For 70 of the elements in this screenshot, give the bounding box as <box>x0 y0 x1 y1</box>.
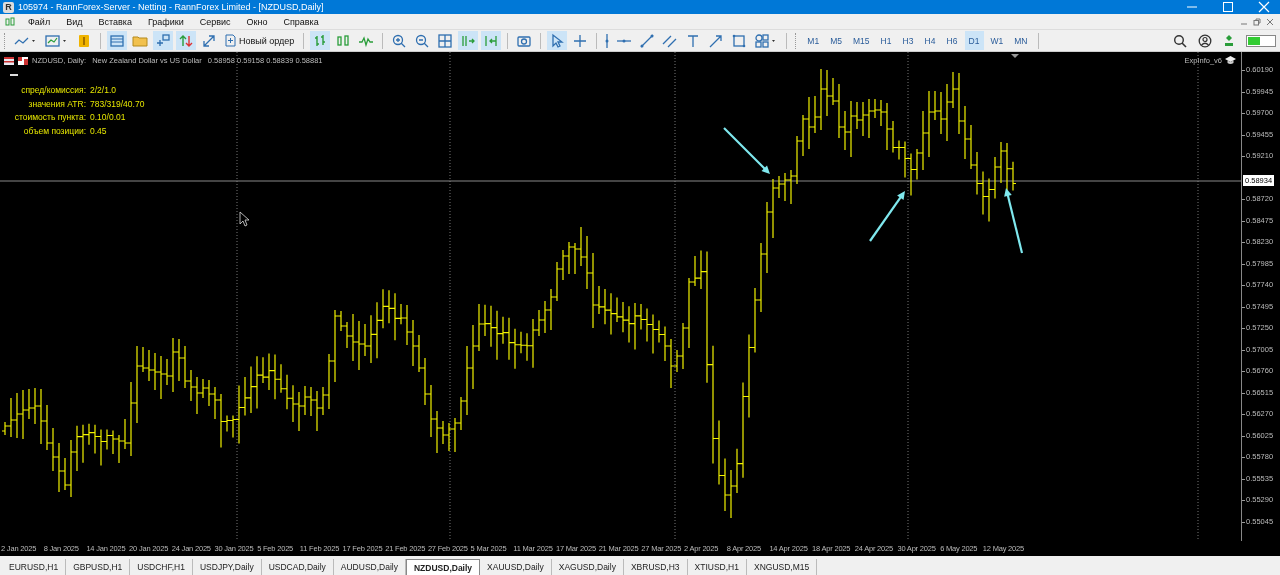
chart-tab[interactable]: NZDUSD,Daily <box>405 559 481 575</box>
vertical-line-icon <box>605 32 610 49</box>
mouse-pointer-icon <box>239 211 250 227</box>
chart-window-icon <box>109 32 125 49</box>
info-label: спред/комиссия: <box>20 85 86 95</box>
tool-button[interactable] <box>153 31 173 50</box>
grid-icon <box>437 32 454 49</box>
tool-button[interactable] <box>481 31 502 50</box>
crosshair-icon <box>572 32 589 49</box>
timeframe-button[interactable]: H4 <box>920 31 940 50</box>
timeframe-button[interactable]: W1 <box>986 31 1008 50</box>
info-label: стоимость пункта: <box>13 112 86 122</box>
menu-item[interactable]: Файл <box>20 16 59 27</box>
tool-button[interactable] <box>176 31 196 50</box>
graduation-cap-icon <box>1225 56 1236 65</box>
arrow-annotation <box>1004 188 1024 254</box>
timeframe-button[interactable]: H3 <box>898 31 918 50</box>
trend-line-icon <box>639 32 656 49</box>
timeframe-button[interactable]: M1 <box>803 31 824 50</box>
info-value: 0.10/0.01 <box>90 112 127 122</box>
tool-button[interactable] <box>310 31 331 50</box>
menu-item[interactable]: Справка <box>275 16 327 27</box>
candles-icon <box>335 32 352 49</box>
coin-icon <box>76 32 92 49</box>
menu-item[interactable]: Графики <box>139 16 192 27</box>
maximize-icon[interactable] <box>1222 1 1234 13</box>
order-icon <box>225 34 236 47</box>
arrow-icon <box>708 32 725 49</box>
connection-meter-icon <box>1246 34 1276 47</box>
timeframe-button[interactable]: M15 <box>849 31 874 50</box>
info-value: 2/2/1.0 <box>90 85 117 95</box>
candles-app-icon <box>4 15 16 28</box>
timeframe-button[interactable]: D1 <box>964 31 984 50</box>
menu-item[interactable]: Сервис <box>191 16 239 27</box>
timeframe-button[interactable]: M5 <box>826 31 846 50</box>
cursor-icon <box>549 32 566 49</box>
info-value: 0.45 <box>90 125 108 136</box>
menu-item[interactable]: Вставка <box>90 16 140 27</box>
window-title: 105974 - RannForex-Server - Netting - RannForex Limited - [NZDUSD,Daily] <box>18 2 325 12</box>
menu-item[interactable]: Окно <box>238 16 276 27</box>
new-order-button[interactable]: Новый ордер <box>222 31 298 50</box>
tool-button[interactable] <box>458 31 479 50</box>
search-icon[interactable] <box>1173 33 1187 48</box>
close-icon[interactable] <box>1266 17 1274 26</box>
zoom-out-icon <box>414 32 431 49</box>
timeframe-button[interactable]: H1 <box>876 31 896 50</box>
shift-marker-icon[interactable] <box>1011 54 1019 58</box>
info-value: 783/319/40.70 <box>90 98 145 109</box>
collapse-icon[interactable] <box>10 74 18 77</box>
user-icon[interactable] <box>1198 33 1212 48</box>
crosshair-plus-icon <box>155 32 171 49</box>
arrow-annotation <box>723 127 770 174</box>
rectangle-icon <box>731 32 748 49</box>
tool-button[interactable] <box>547 31 568 50</box>
timeframe-button[interactable]: MN <box>1010 31 1032 50</box>
chart-icon <box>4 56 14 65</box>
expand-icon <box>201 32 217 49</box>
arrow-annotation <box>869 191 905 242</box>
template-icon <box>45 32 69 49</box>
tool-button[interactable] <box>107 31 127 50</box>
flag-icon <box>18 56 28 65</box>
info-label: значения ATR: <box>27 98 86 109</box>
zoom-in-icon <box>391 32 408 49</box>
menu-item[interactable]: Вид <box>58 16 91 27</box>
app-logo: R <box>3 1 14 13</box>
signal-level-icon[interactable] <box>1223 33 1235 48</box>
horizontal-line-icon <box>616 38 633 43</box>
timeframe-button[interactable]: H6 <box>942 31 962 50</box>
restore-icon[interactable] <box>1253 17 1261 26</box>
info-label: объем позиции: <box>22 125 86 136</box>
